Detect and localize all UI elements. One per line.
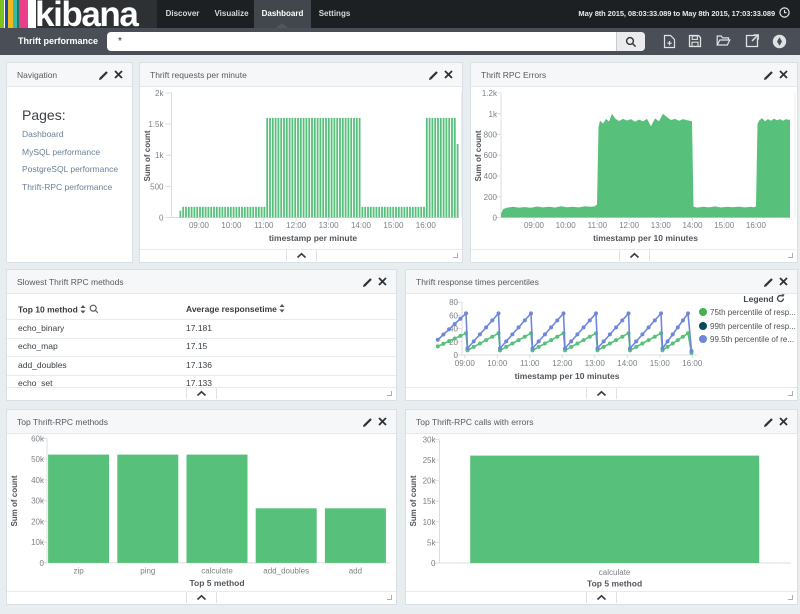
svg-text:0: 0 bbox=[40, 559, 45, 568]
svg-text:200: 200 bbox=[484, 193, 498, 202]
svg-text:5k: 5k bbox=[427, 538, 436, 547]
svg-text:60: 60 bbox=[449, 311, 458, 320]
svg-text:09:00: 09:00 bbox=[524, 221, 545, 230]
svg-text:16:00: 16:00 bbox=[746, 221, 767, 230]
svg-text:10k: 10k bbox=[423, 518, 437, 527]
svg-text:1k: 1k bbox=[489, 110, 498, 119]
svg-text:15:00: 15:00 bbox=[714, 221, 735, 230]
svg-text:09:00: 09:00 bbox=[189, 221, 210, 230]
svg-text:calculate: calculate bbox=[599, 568, 631, 577]
svg-text:0: 0 bbox=[431, 559, 436, 568]
svg-text:ping: ping bbox=[140, 567, 155, 576]
svg-text:12:00: 12:00 bbox=[286, 221, 307, 230]
svg-text:add_doubles: add_doubles bbox=[263, 567, 309, 576]
svg-text:Top 5 method: Top 5 method bbox=[189, 578, 244, 588]
svg-text:16:00: 16:00 bbox=[682, 359, 703, 368]
svg-text:15k: 15k bbox=[423, 497, 437, 506]
svg-text:14:00: 14:00 bbox=[617, 359, 638, 368]
svg-text:add: add bbox=[349, 567, 362, 576]
svg-text:12:00: 12:00 bbox=[552, 359, 573, 368]
svg-text:11:00: 11:00 bbox=[588, 221, 608, 230]
svg-text:30k: 30k bbox=[31, 497, 45, 506]
svg-text:600: 600 bbox=[484, 151, 498, 160]
svg-text:30k: 30k bbox=[423, 436, 437, 445]
svg-text:11:00: 11:00 bbox=[254, 221, 274, 230]
svg-text:Sum of count: Sum of count bbox=[10, 475, 19, 526]
svg-text:0: 0 bbox=[159, 214, 164, 223]
svg-text:14:00: 14:00 bbox=[682, 221, 703, 230]
svg-text:14:00: 14:00 bbox=[351, 221, 372, 230]
svg-text:Sum of count: Sum of count bbox=[474, 130, 483, 181]
svg-text:60k: 60k bbox=[31, 434, 45, 443]
svg-text:500: 500 bbox=[150, 182, 164, 191]
svg-text:12:00: 12:00 bbox=[619, 221, 640, 230]
svg-text:0: 0 bbox=[493, 214, 498, 223]
svg-text:10:00: 10:00 bbox=[487, 359, 508, 368]
svg-text:zip: zip bbox=[73, 567, 84, 576]
svg-text:Top 5 method: Top 5 method bbox=[587, 579, 642, 589]
svg-text:10k: 10k bbox=[31, 538, 45, 547]
svg-text:Sum of count: Sum of count bbox=[409, 475, 418, 526]
svg-text:13:00: 13:00 bbox=[651, 221, 672, 230]
svg-text:timestamp per 10 minutes: timestamp per 10 minutes bbox=[515, 371, 620, 381]
svg-text:16:00: 16:00 bbox=[416, 221, 437, 230]
svg-text:1k: 1k bbox=[155, 151, 164, 160]
svg-text:09:00: 09:00 bbox=[455, 359, 476, 368]
svg-text:10:00: 10:00 bbox=[221, 221, 242, 230]
svg-text:20k: 20k bbox=[423, 477, 437, 486]
svg-text:Sum of count: Sum of count bbox=[143, 130, 152, 181]
svg-text:calculate: calculate bbox=[201, 567, 233, 576]
svg-text:400: 400 bbox=[484, 172, 498, 181]
svg-text:15:00: 15:00 bbox=[383, 221, 404, 230]
svg-text:10:00: 10:00 bbox=[556, 221, 577, 230]
svg-text:80: 80 bbox=[449, 298, 458, 307]
svg-text:13:00: 13:00 bbox=[585, 359, 606, 368]
svg-text:2k: 2k bbox=[155, 89, 164, 98]
svg-text:800: 800 bbox=[484, 131, 498, 140]
svg-text:40k: 40k bbox=[31, 476, 45, 485]
svg-text:13:00: 13:00 bbox=[319, 221, 340, 230]
svg-text:15:00: 15:00 bbox=[650, 359, 671, 368]
svg-text:20k: 20k bbox=[31, 517, 45, 526]
svg-text:1.2k: 1.2k bbox=[482, 89, 498, 98]
svg-text:timestamp per minute: timestamp per minute bbox=[269, 233, 358, 243]
svg-text:50k: 50k bbox=[31, 455, 45, 464]
svg-text:timestamp per 10 minutes: timestamp per 10 minutes bbox=[593, 233, 698, 243]
svg-text:1.5k: 1.5k bbox=[148, 120, 164, 129]
svg-text:11:00: 11:00 bbox=[520, 359, 540, 368]
svg-text:25k: 25k bbox=[423, 456, 437, 465]
